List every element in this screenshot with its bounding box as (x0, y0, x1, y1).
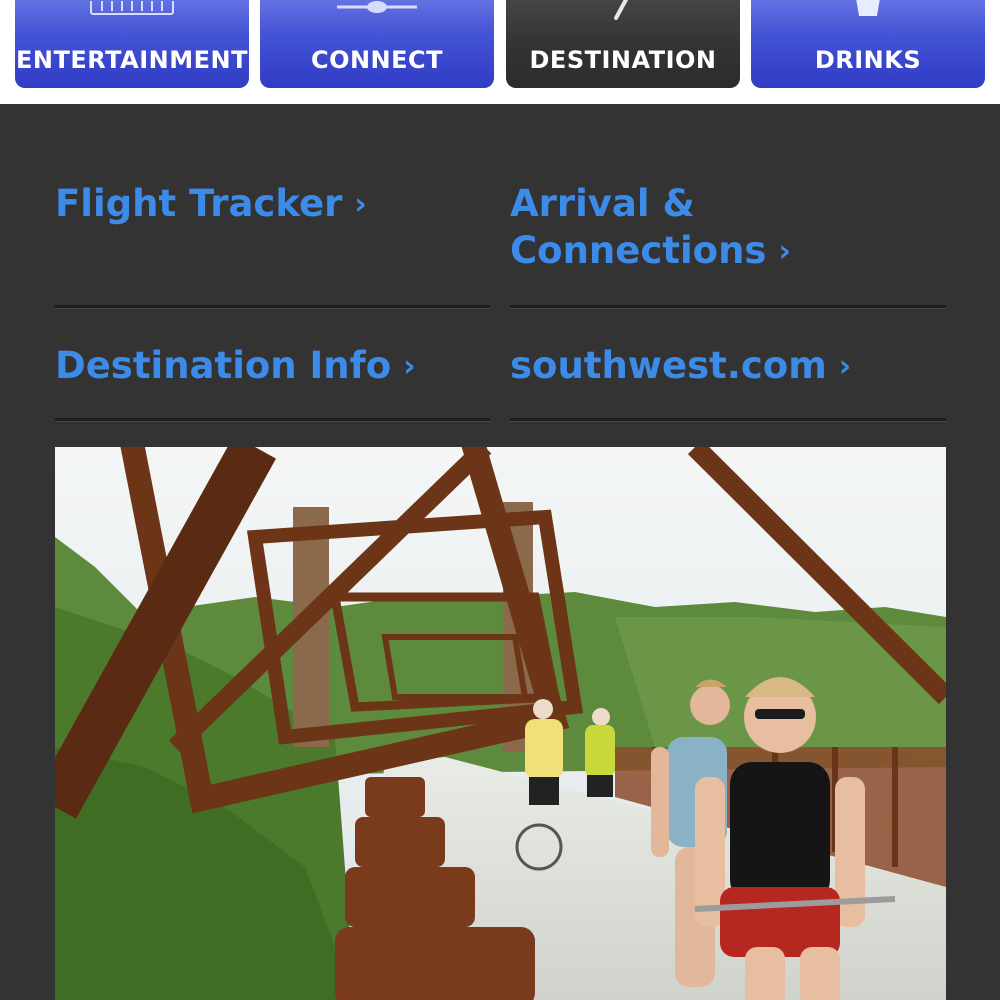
destination-info-label: Destination Info (55, 344, 392, 387)
tab-entertainment-label: ENTERTAINMENT (16, 46, 248, 74)
chevron-right-icon: › (838, 349, 852, 384)
divider (55, 418, 490, 422)
arrival-connections-link[interactable]: Arrival & Connections › (510, 180, 791, 277)
tab-entertainment[interactable]: ENTERTAINMENT (15, 0, 249, 88)
top-tab-bar: ENTERTAINMENT CONNECT DESTINATION DRINKS (0, 0, 1000, 104)
tab-connect[interactable]: CONNECT (260, 0, 494, 88)
flight-tracker-link[interactable]: Flight Tracker › (55, 180, 367, 230)
divider (510, 418, 946, 422)
arrival-connections-label-line1: Arrival & (510, 182, 695, 225)
tab-drinks-label: DRINKS (814, 46, 922, 74)
chevron-right-icon: › (778, 234, 791, 269)
airplane-icon (335, 0, 419, 24)
tab-connect-label: CONNECT (310, 46, 444, 74)
destination-info-link[interactable]: Destination Info › (55, 342, 416, 392)
divider (510, 305, 946, 309)
tab-destination[interactable]: DESTINATION (506, 0, 740, 88)
southwest-link-label: southwest.com (510, 344, 827, 387)
chevron-right-icon: › (354, 187, 367, 222)
chevron-right-icon: › (403, 349, 416, 384)
southwest-link[interactable]: southwest.com › (510, 342, 851, 392)
cyclists-on-bridge-photo[interactable] (55, 447, 946, 1000)
tab-destination-label: DESTINATION (529, 46, 717, 74)
flight-tracker-label: Flight Tracker (55, 182, 343, 225)
tab-drinks[interactable]: DRINKS (751, 0, 985, 88)
cup-icon (853, 0, 883, 24)
arrival-connections-label-line2: Connections (510, 229, 767, 272)
pen-icon (608, 0, 638, 24)
keyboard-icon (90, 0, 174, 19)
divider (55, 305, 490, 309)
